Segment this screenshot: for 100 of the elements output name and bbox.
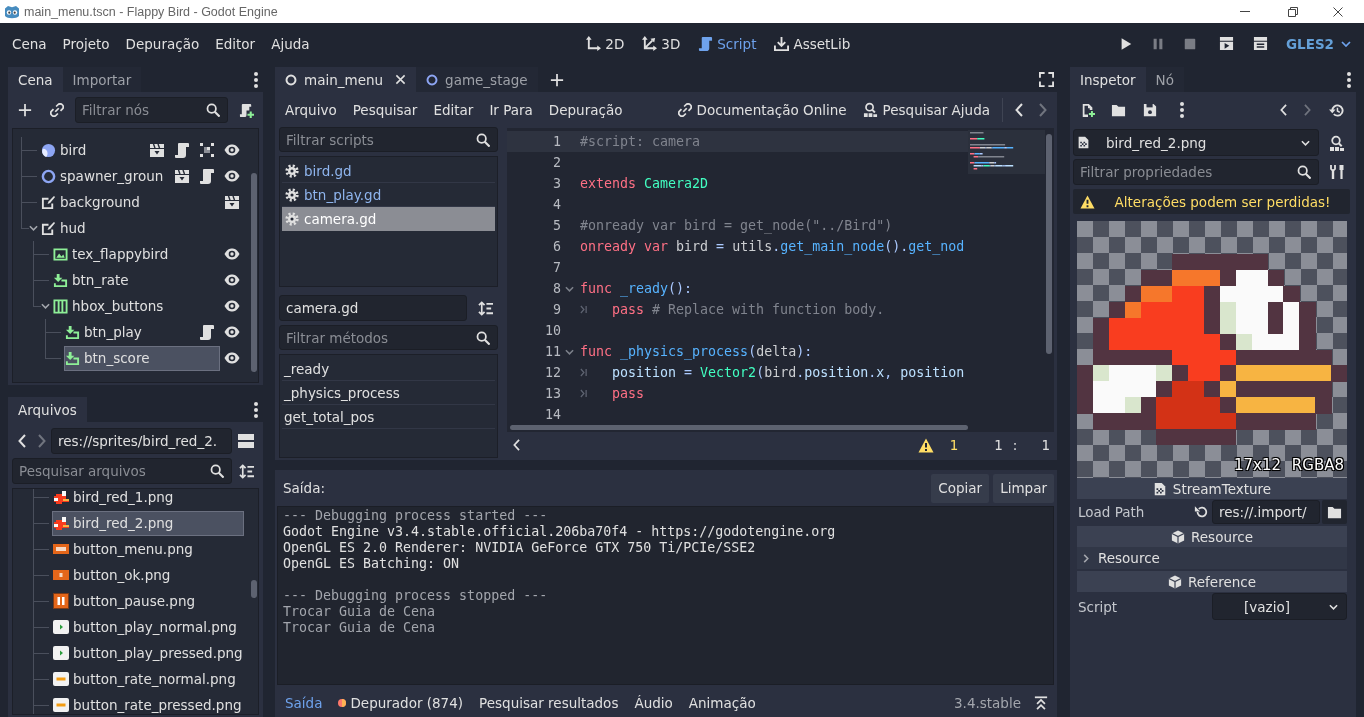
script-add-icon[interactable] [239,102,254,118]
scrollbar-thumb[interactable] [251,173,257,372]
workspace-tab[interactable]: 2D [577,29,634,58]
split-view-icon[interactable] [238,433,254,449]
sort-icon[interactable] [239,463,254,479]
property-group[interactable]: Resource [1077,547,1347,569]
tree-item[interactable]: bird [40,137,145,163]
dock-tab[interactable]: Cena [8,67,63,92]
chevron-left-icon[interactable] [18,434,26,448]
scrollbar-thumb[interactable] [1046,134,1052,354]
scrollbar-thumb[interactable] [510,424,968,430]
eye-icon[interactable] [224,168,240,184]
script-name-field[interactable]: camera.gd [279,295,467,321]
warnings-button[interactable]: 1 [917,437,959,453]
more-icon[interactable] [1347,71,1351,88]
menu-item[interactable]: Cena [4,29,55,58]
online-docs-button[interactable]: Documentação Online [669,96,855,123]
pause-icon[interactable] [1151,36,1165,51]
eye-icon[interactable] [224,142,240,158]
more-icon[interactable] [254,71,258,88]
clear-button[interactable]: Limpar [993,473,1054,503]
collapse-panel-icon[interactable] [1034,695,1048,710]
maximize-icon[interactable] [1288,6,1298,17]
new-file-icon[interactable] [1081,103,1095,117]
history-icon[interactable] [1329,102,1344,118]
browse-button[interactable] [1322,500,1347,524]
filter-field[interactable]: Filtrar métodos [279,325,498,350]
more-icon[interactable] [254,401,258,418]
tree-item[interactable]: hud [40,215,236,241]
search-field[interactable]: Pesquisar arquivos [12,458,232,484]
file-item[interactable]: button_pause.png [52,588,244,614]
script-icon[interactable] [199,168,215,184]
tree-item[interactable]: hbox_buttons [52,293,220,319]
chevron-left-icon[interactable] [1015,102,1023,117]
close-icon[interactable] [1333,6,1343,17]
chevron-right-icon[interactable] [1039,102,1047,117]
filter-field[interactable]: Filtrar scripts [279,127,498,152]
eye-icon[interactable] [224,272,240,288]
script-icon[interactable] [174,142,190,158]
doc-search-icon[interactable] [1329,134,1345,151]
workspace-tab[interactable]: Script [689,29,766,58]
tree-item[interactable]: btn_play [64,319,195,345]
filter-field[interactable]: Filtrar propriedades [1073,159,1319,185]
play-icon[interactable] [1119,36,1133,51]
stop-icon[interactable] [1183,36,1197,51]
file-item[interactable]: button_play_pressed.png [52,640,244,666]
clapperboard-icon[interactable] [224,194,240,210]
fold-caret-icon[interactable] [565,348,574,355]
caret-down-icon[interactable] [29,225,38,231]
scene-tab[interactable]: game_stage [416,67,538,92]
menu-item[interactable]: Projeto [54,29,118,58]
dock-tab[interactable]: Importar [62,67,142,92]
script-item[interactable]: bird.gd [282,159,495,183]
bottom-panel-tab[interactable]: Pesquisar resultados [471,689,627,716]
bottom-panel-tab[interactable]: Saída [277,689,331,716]
menu-item[interactable]: Ajuda [263,29,318,58]
tree-item[interactable]: tex_flappybird [52,241,220,267]
script-icon[interactable] [199,324,215,340]
eye-icon[interactable] [224,324,240,340]
menu-item[interactable]: Pesquisar [344,96,426,123]
file-item[interactable]: bird_red_1.png [52,489,244,510]
menu-item[interactable]: Depuração [117,29,208,58]
code-editor[interactable] [507,128,1054,432]
link-icon[interactable] [50,103,64,117]
menu-item[interactable]: Arquivo [277,96,345,123]
chevron-right-icon[interactable] [38,434,46,448]
more-icon[interactable] [1180,102,1184,118]
eye-icon[interactable] [224,350,240,366]
tree-item[interactable]: btn_rate [52,267,220,293]
path-field[interactable]: res://.import/ [1212,500,1320,524]
file-item[interactable]: button_rate_normal.png [52,666,244,692]
method-item[interactable]: get_total_pos [282,405,495,429]
folder-icon[interactable] [1111,102,1126,118]
clapperboard-icon[interactable] [149,142,165,158]
fold-caret-icon[interactable] [565,285,574,292]
file-item[interactable]: button_ok.png [52,562,244,588]
method-item[interactable]: _ready [282,357,495,381]
dock-tab[interactable]: Inspetor [1070,67,1146,92]
tree-item[interactable]: background [40,189,220,215]
file-item[interactable]: button_menu.png [52,536,244,562]
filter-field[interactable]: Filtrar nós [75,97,228,123]
clapperboard-icon[interactable] [174,168,190,184]
bottom-panel-tab[interactable]: Animação [680,689,764,716]
renderer-dropdown[interactable]: GLES2 [1286,29,1351,58]
caret-down-icon[interactable] [41,303,50,309]
menu-item[interactable]: Depuração [540,96,631,123]
workspace-tab[interactable]: 3D [633,29,690,58]
dock-tab[interactable]: Arquivos [8,397,87,422]
chevron-left-icon[interactable] [513,439,520,451]
resource-dropdown[interactable]: bird_red_2.png [1073,129,1319,156]
tree-item[interactable]: spawner_groun [40,163,170,189]
tree-item[interactable]: btn_score [64,345,220,371]
eye-icon[interactable] [224,246,240,262]
tools-icon[interactable] [1329,164,1345,180]
bottom-panel-tab[interactable]: Depurador (874) [330,689,472,716]
revert-icon[interactable] [1194,505,1208,519]
menu-item[interactable]: Editar [425,96,482,123]
file-item[interactable]: button_play_normal.png [52,614,244,640]
copy-button[interactable]: Copiar [931,473,990,503]
search-help-button[interactable]: Pesquisar Ajuda [854,96,998,123]
